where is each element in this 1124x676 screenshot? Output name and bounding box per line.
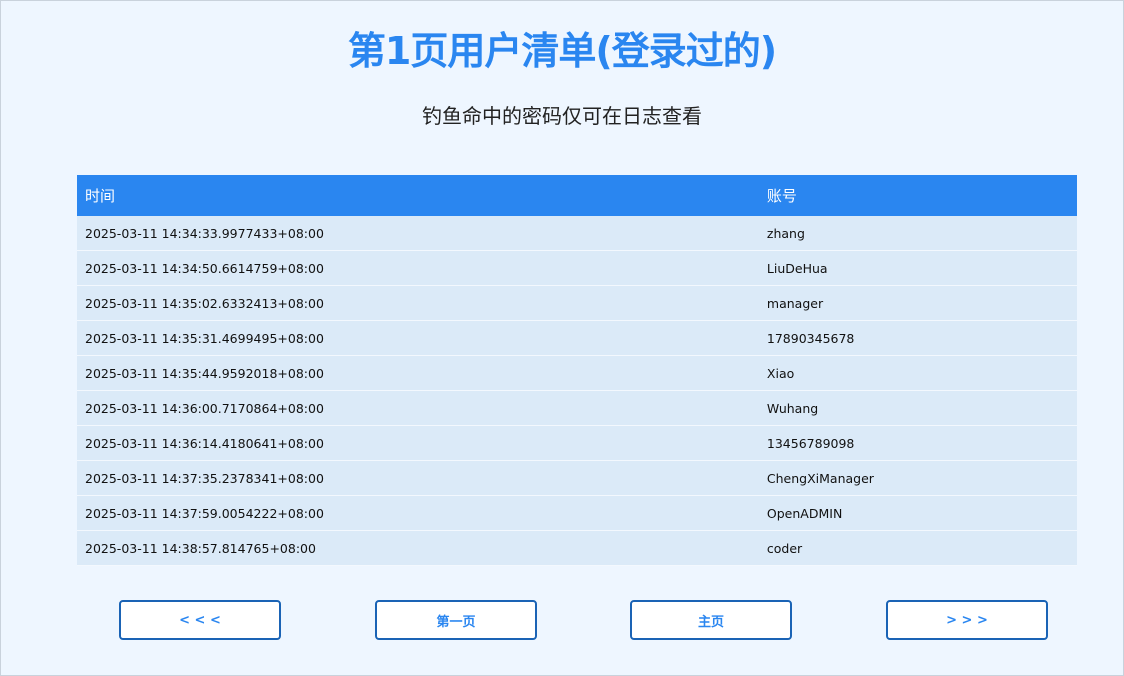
table-row: 2025-03-11 14:37:59.0054222+08:00 OpenAD… — [77, 495, 1077, 531]
page-title: 第1页用户清单(登录过的) — [347, 29, 777, 73]
cell-time: 2025-03-11 14:38:57.814765+08:00 — [77, 530, 759, 566]
cell-time: 2025-03-11 14:37:35.2378341+08:00 — [77, 460, 759, 496]
cell-time: 2025-03-11 14:35:44.9592018+08:00 — [77, 355, 759, 391]
next-page-button[interactable]: > > > — [886, 600, 1048, 640]
table-row: 2025-03-11 14:38:57.814765+08:00 coder — [77, 530, 1077, 566]
cell-account: ChengXiManager — [758, 460, 1077, 496]
cell-time: 2025-03-11 14:35:02.6332413+08:00 — [77, 285, 759, 321]
column-header-account: 账号 — [758, 175, 1077, 216]
previous-page-button[interactable]: < < < — [119, 600, 281, 640]
user-table: 时间 账号 2025-03-11 14:34:33.9977433+08:00 … — [77, 175, 1077, 566]
cell-account: Xiao — [758, 355, 1077, 391]
cell-account: coder — [758, 530, 1077, 566]
table-row: 2025-03-11 14:35:02.6332413+08:00 manage… — [77, 285, 1077, 321]
page-container: 第1页用户清单(登录过的) 钓鱼命中的密码仅可在日志查看 时间 账号 2025-… — [0, 0, 1124, 676]
cell-account: LiuDeHua — [758, 250, 1077, 286]
cell-account: 13456789098 — [758, 425, 1077, 461]
cell-account: manager — [758, 285, 1077, 321]
table-row: 2025-03-11 14:37:35.2378341+08:00 ChengX… — [77, 460, 1077, 496]
table-header-row: 时间 账号 — [77, 175, 1077, 216]
cell-time: 2025-03-11 14:36:14.4180641+08:00 — [77, 425, 759, 461]
cell-account: OpenADMIN — [758, 495, 1077, 531]
cell-time: 2025-03-11 14:37:59.0054222+08:00 — [77, 495, 759, 531]
page-subtitle: 钓鱼命中的密码仅可在日志查看 — [422, 104, 702, 128]
table-row: 2025-03-11 14:34:33.9977433+08:00 zhang — [77, 216, 1077, 251]
cell-account: zhang — [758, 216, 1077, 251]
table-row: 2025-03-11 14:35:31.4699495+08:00 178903… — [77, 320, 1077, 356]
cell-account: 17890345678 — [758, 320, 1077, 356]
first-page-button[interactable]: 第一页 — [375, 600, 537, 640]
table-header: 时间 账号 — [77, 175, 1077, 216]
cell-time: 2025-03-11 14:36:00.7170864+08:00 — [77, 390, 759, 426]
table-row: 2025-03-11 14:35:44.9592018+08:00 Xiao — [77, 355, 1077, 391]
table-row: 2025-03-11 14:36:14.4180641+08:00 134567… — [77, 425, 1077, 461]
cell-time: 2025-03-11 14:34:50.6614759+08:00 — [77, 250, 759, 286]
column-header-time: 时间 — [77, 175, 759, 216]
cell-time: 2025-03-11 14:35:31.4699495+08:00 — [77, 320, 759, 356]
table-row: 2025-03-11 14:34:50.6614759+08:00 LiuDeH… — [77, 250, 1077, 286]
home-button[interactable]: 主页 — [630, 600, 792, 640]
table-body: 2025-03-11 14:34:33.9977433+08:00 zhang … — [77, 216, 1077, 566]
cell-time: 2025-03-11 14:34:33.9977433+08:00 — [77, 216, 759, 251]
table-row: 2025-03-11 14:36:00.7170864+08:00 Wuhang — [77, 390, 1077, 426]
cell-account: Wuhang — [758, 390, 1077, 426]
